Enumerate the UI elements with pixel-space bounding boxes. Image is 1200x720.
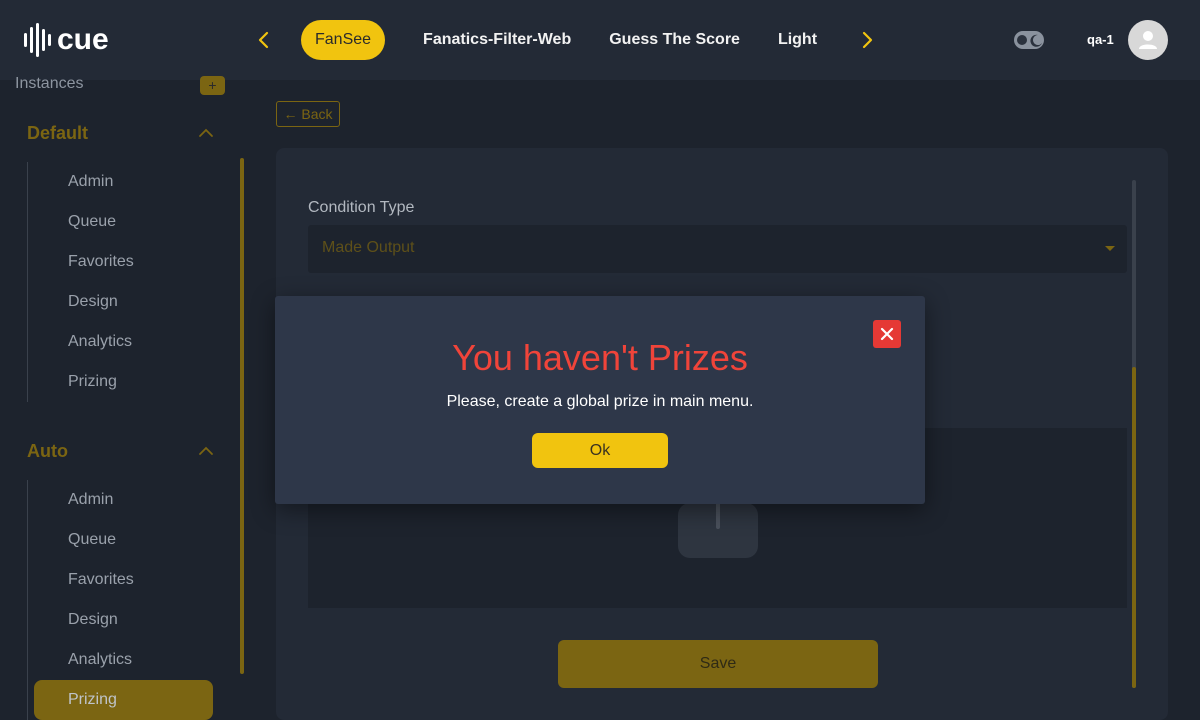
section-default-title[interactable]: Default [27, 123, 88, 144]
section-auto-title[interactable]: Auto [27, 441, 68, 462]
sidebar-active-highlight [34, 680, 213, 720]
tabs-next-button[interactable] [852, 25, 882, 55]
dialog-ok-button[interactable]: Ok [532, 433, 668, 468]
condition-type-value: Made Output [322, 239, 415, 256]
condition-type-label: Condition Type [308, 199, 415, 216]
sidebar-item-default-queue[interactable]: Queue [68, 213, 116, 231]
back-button[interactable]: ← Back [276, 101, 340, 127]
logo-waveform-icon [24, 23, 51, 57]
content-scrollbar-thumb[interactable] [1132, 367, 1136, 688]
tab-light[interactable]: Light [764, 20, 831, 60]
sidebar-item-auto-queue[interactable]: Queue [68, 531, 116, 549]
sidebar-item-default-analytics[interactable]: Analytics [68, 333, 132, 351]
avatar[interactable] [1128, 20, 1168, 60]
upload-icon [678, 499, 758, 558]
instance-tabs: FanSee Fanatics-Filter-Web Guess The Sco… [296, 20, 841, 60]
caret-down-icon [1105, 246, 1115, 251]
moon-icon [1030, 34, 1042, 47]
tree-line [27, 162, 28, 402]
logo-text: cue [57, 23, 109, 56]
cue-logo[interactable]: cue [24, 22, 109, 58]
dialog-title: You haven't Prizes [452, 337, 748, 378]
tab-fansee[interactable]: FanSee [301, 20, 386, 60]
tabs-prev-button[interactable] [249, 25, 279, 55]
sidebar-item-auto-analytics[interactable]: Analytics [68, 651, 132, 669]
sidebar-item-auto-design[interactable]: Design [68, 611, 118, 629]
sidebar-item-auto-prizing[interactable]: Prizing [68, 691, 117, 709]
sidebar-item-default-admin[interactable]: Admin [68, 173, 113, 191]
sidebar-item-default-favorites[interactable]: Favorites [68, 253, 134, 271]
user-icon [1139, 31, 1157, 49]
add-instance-button[interactable]: + [200, 76, 225, 95]
save-button[interactable]: Save [558, 640, 878, 688]
sidebar-item-default-prizing[interactable]: Prizing [68, 373, 117, 391]
username-label: qa-1 [1087, 32, 1114, 47]
sidebar-item-default-design[interactable]: Design [68, 293, 118, 311]
condition-type-select[interactable]: Made Output [308, 225, 1127, 273]
sidebar-item-auto-favorites[interactable]: Favorites [68, 571, 134, 589]
tab-fanatics-filter-web[interactable]: Fanatics-Filter-Web [409, 20, 585, 60]
toggle-knob [1017, 35, 1027, 45]
chevron-up-icon[interactable] [196, 123, 216, 143]
dialog-message: Please, create a global prize in main me… [446, 393, 754, 410]
sidebar-item-auto-admin[interactable]: Admin [68, 491, 113, 509]
top-bar: cue FanSee Fanatics-Filter-Web Guess The… [0, 0, 1200, 80]
theme-toggle[interactable] [1014, 31, 1044, 49]
tree-line [27, 480, 28, 720]
chevron-right-icon [862, 31, 873, 49]
tab-guess-the-score[interactable]: Guess The Score [595, 20, 754, 60]
chevron-left-icon [258, 31, 269, 49]
chevron-up-icon[interactable] [196, 441, 216, 461]
instances-label: Instances [15, 75, 84, 92]
no-prizes-dialog: You haven't Prizes Please, create a glob… [275, 296, 925, 504]
sidebar-scrollbar[interactable] [240, 158, 244, 674]
